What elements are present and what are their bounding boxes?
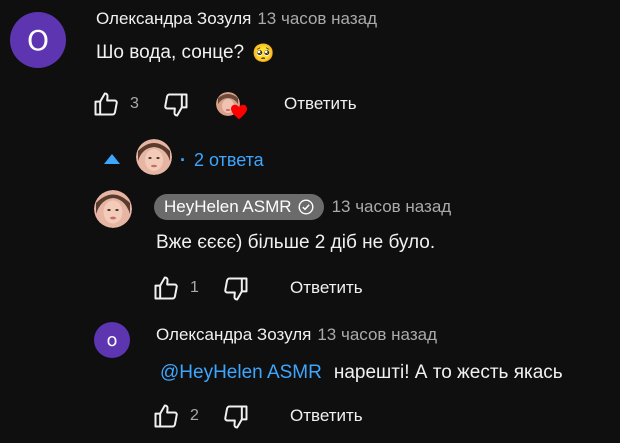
thumbs-down-icon (224, 405, 248, 429)
like-button[interactable] (92, 90, 120, 118)
reply-text-body: нарешті! А то жесть якась (333, 362, 563, 383)
creator-avatar-toggle (136, 139, 172, 175)
thumbs-up-icon (154, 276, 178, 300)
comment-avatar[interactable]: О (10, 12, 66, 68)
like-button[interactable] (152, 402, 180, 430)
thumbs-down-icon (164, 93, 188, 117)
dislike-button[interactable] (222, 275, 250, 303)
comment-author[interactable]: Олександра Зозуля (96, 9, 251, 29)
creator-heart (216, 92, 248, 122)
dislike-button[interactable] (162, 91, 190, 119)
reply-header: HeyHelen ASMR 13 часов назад (154, 194, 451, 220)
reply-time[interactable]: 13 часов назад (332, 197, 452, 217)
caret-up-icon (104, 154, 120, 164)
reply-button[interactable]: Ответить (284, 94, 357, 114)
like-count: 1 (190, 279, 199, 296)
view-replies-toggle[interactable]: · 2 ответа (180, 150, 264, 171)
comment-text: Шо вода, сонце? 🥺 (96, 42, 275, 64)
comment-header: Олександра Зозуля 13 часов назад (96, 9, 377, 29)
reply-text: @HeyHelen ASMR нарешті! А то жесть якась (160, 362, 563, 384)
mention-link[interactable]: @HeyHelen ASMR (160, 362, 322, 384)
reply-avatar-creator[interactable] (94, 190, 132, 228)
separator-dot: · (180, 150, 186, 170)
thumbs-up-icon (94, 92, 118, 116)
like-count: 2 (190, 407, 199, 424)
collapse-replies-button[interactable] (104, 154, 120, 164)
comment-time[interactable]: 13 часов назад (257, 9, 377, 29)
heart-icon (231, 104, 247, 120)
like-button[interactable] (152, 274, 180, 302)
creator-badge[interactable]: HeyHelen ASMR (154, 194, 324, 220)
reply-button[interactable]: Ответить (290, 406, 363, 426)
verified-check-icon (298, 199, 314, 215)
reply-text: Вже єєєє) більше 2 діб не було. (156, 232, 436, 253)
replies-count-label: 2 ответа (194, 150, 264, 170)
avatar-letter: о (106, 329, 118, 351)
dislike-button[interactable] (222, 403, 250, 431)
reply-author[interactable]: Олександра Зозуля (156, 325, 311, 345)
like-count: 3 (130, 95, 139, 112)
reply-button[interactable]: Ответить (290, 278, 363, 298)
pleading-emoji: 🥺 (252, 42, 275, 64)
thumbs-down-icon (224, 277, 248, 301)
reply-time[interactable]: 13 часов назад (317, 325, 437, 345)
reply-avatar[interactable]: о (94, 322, 130, 358)
avatar-letter: О (26, 23, 50, 57)
reply-header: Олександра Зозуля 13 часов назад (156, 325, 437, 345)
thumbs-up-icon (154, 404, 178, 428)
reply-author: HeyHelen ASMR (164, 197, 292, 216)
comment-text-body: Шо вода, сонце? (96, 42, 245, 63)
